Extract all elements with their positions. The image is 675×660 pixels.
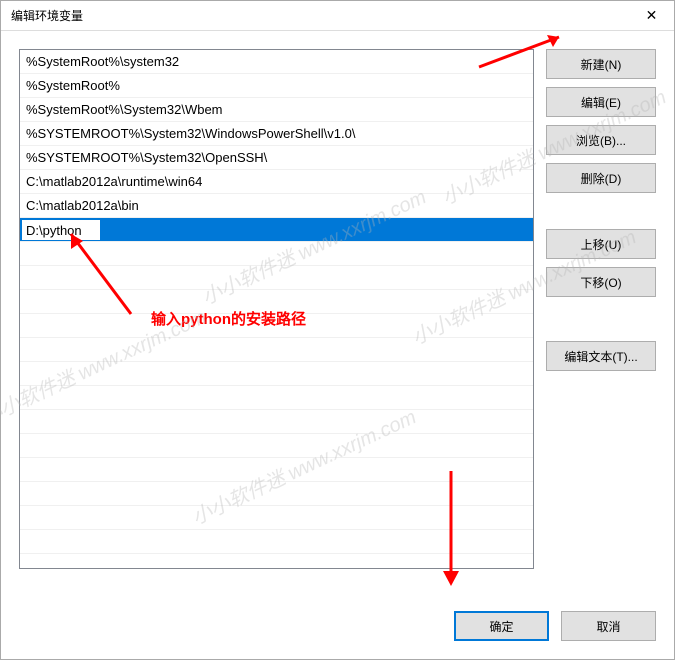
list-empty-row [20,266,533,290]
path-edit-input[interactable] [21,219,101,241]
browse-button[interactable]: 浏览(B)... [546,125,656,155]
dialog-content: %SystemRoot%\system32 %SystemRoot% %Syst… [1,31,674,599]
ok-button[interactable]: 确定 [454,611,549,641]
list-item[interactable]: %SystemRoot% [20,74,533,98]
delete-button[interactable]: 删除(D) [546,163,656,193]
list-empty-row [20,290,533,314]
titlebar: 编辑环境变量 ✕ [1,1,674,31]
edit-text-button[interactable]: 编辑文本(T)... [546,341,656,371]
move-up-button[interactable]: 上移(U) [546,229,656,259]
list-empty-row [20,362,533,386]
path-list[interactable]: %SystemRoot%\system32 %SystemRoot% %Syst… [19,49,534,569]
list-empty-row [20,314,533,338]
list-item[interactable]: C:\matlab2012a\runtime\win64 [20,170,533,194]
list-item[interactable]: C:\matlab2012a\bin [20,194,533,218]
spacer [546,201,656,221]
list-empty-row [20,458,533,482]
list-empty-row [20,482,533,506]
edit-button[interactable]: 编辑(E) [546,87,656,117]
environment-variable-dialog: 编辑环境变量 ✕ %SystemRoot%\system32 %SystemRo… [0,0,675,660]
list-empty-row [20,506,533,530]
list-empty-row [20,338,533,362]
spacer [546,305,656,333]
cancel-button[interactable]: 取消 [561,611,656,641]
move-down-button[interactable]: 下移(O) [546,267,656,297]
list-item[interactable]: %SYSTEMROOT%\System32\WindowsPowerShell\… [20,122,533,146]
dialog-footer: 确定 取消 [1,599,674,659]
close-button[interactable]: ✕ [629,1,674,31]
list-item-editing[interactable] [20,218,533,242]
dialog-title: 编辑环境变量 [11,7,83,24]
list-empty-row [20,386,533,410]
list-empty-row [20,410,533,434]
list-empty-row [20,530,533,554]
list-empty-row [20,434,533,458]
list-empty-row [20,242,533,266]
new-button[interactable]: 新建(N) [546,49,656,79]
action-buttons: 新建(N) 编辑(E) 浏览(B)... 删除(D) 上移(U) 下移(O) 编… [546,49,656,589]
list-item[interactable]: %SystemRoot%\System32\Wbem [20,98,533,122]
list-item[interactable]: %SystemRoot%\system32 [20,50,533,74]
list-item[interactable]: %SYSTEMROOT%\System32\OpenSSH\ [20,146,533,170]
list-empty-row [20,554,533,569]
